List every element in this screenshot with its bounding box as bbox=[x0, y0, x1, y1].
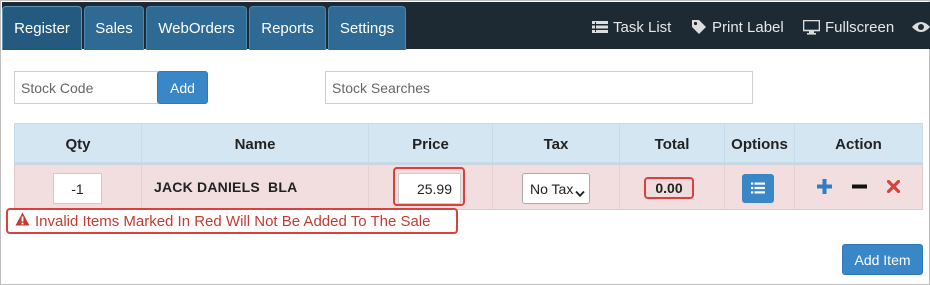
list-icon bbox=[751, 181, 765, 197]
increase-qty-button[interactable] bbox=[815, 179, 833, 197]
eye-link[interactable] bbox=[912, 16, 930, 38]
tab-reports[interactable]: Reports bbox=[249, 6, 326, 50]
tab-settings[interactable]: Settings bbox=[328, 6, 406, 50]
plus-icon bbox=[816, 179, 832, 197]
chevron-down-icon bbox=[575, 185, 585, 201]
print-label-link[interactable]: Print Label bbox=[691, 16, 784, 38]
fullscreen-label: Fullscreen bbox=[825, 18, 895, 36]
print-label-label: Print Label bbox=[712, 18, 784, 36]
tax-select-value: No Tax bbox=[530, 180, 574, 197]
table-header: Qty Name Price Tax Total Options Action bbox=[14, 123, 923, 164]
decrease-qty-button[interactable] bbox=[850, 179, 868, 197]
task-list-label: Task List bbox=[613, 18, 672, 36]
app-frame: Register Sales WebOrders Reports Setting… bbox=[0, 0, 930, 285]
tab-weborders[interactable]: WebOrders bbox=[146, 6, 247, 50]
qty-input[interactable]: -1 bbox=[53, 173, 102, 204]
tax-select[interactable]: No Tax bbox=[522, 173, 590, 204]
tab-register[interactable]: Register bbox=[2, 6, 82, 50]
tag-icon bbox=[691, 19, 707, 35]
warning-icon bbox=[15, 212, 30, 230]
fullscreen-link[interactable]: Fullscreen bbox=[803, 16, 894, 38]
list-icon bbox=[592, 20, 608, 34]
header-options: Options bbox=[725, 124, 795, 164]
header-qty: Qty bbox=[15, 124, 142, 164]
table-row: -1 JACK DANIELS BLA 25.99 No Tax 0.00 bbox=[14, 163, 923, 210]
price-input[interactable]: 25.99 bbox=[398, 173, 461, 204]
add-stock-button[interactable]: Add bbox=[157, 71, 208, 104]
stock-search-input[interactable] bbox=[325, 71, 753, 104]
tab-sales[interactable]: Sales bbox=[84, 6, 144, 50]
line-total: 0.00 bbox=[644, 177, 694, 199]
top-nav-bar: Register Sales WebOrders Reports Setting… bbox=[2, 2, 930, 50]
warning-text: Invalid Items Marked In Red Will Not Be … bbox=[35, 212, 431, 230]
task-list-link[interactable]: Task List bbox=[592, 16, 671, 38]
minus-icon bbox=[851, 179, 867, 197]
monitor-icon bbox=[803, 19, 820, 35]
item-name: JACK DANIELS BLA bbox=[154, 179, 298, 195]
add-item-button[interactable]: Add Item bbox=[842, 244, 923, 275]
close-icon bbox=[886, 179, 900, 196]
options-button[interactable] bbox=[742, 174, 774, 203]
header-action: Action bbox=[835, 135, 882, 153]
remove-item-button[interactable] bbox=[884, 179, 902, 197]
header-name: Name bbox=[142, 124, 369, 164]
eye-icon bbox=[912, 20, 930, 34]
stock-code-input[interactable] bbox=[14, 71, 158, 104]
header-tax: Tax bbox=[493, 124, 620, 164]
header-total: Total bbox=[620, 124, 725, 164]
header-price: Price bbox=[369, 124, 493, 164]
invalid-items-warning: Invalid Items Marked In Red Will Not Be … bbox=[6, 208, 458, 234]
